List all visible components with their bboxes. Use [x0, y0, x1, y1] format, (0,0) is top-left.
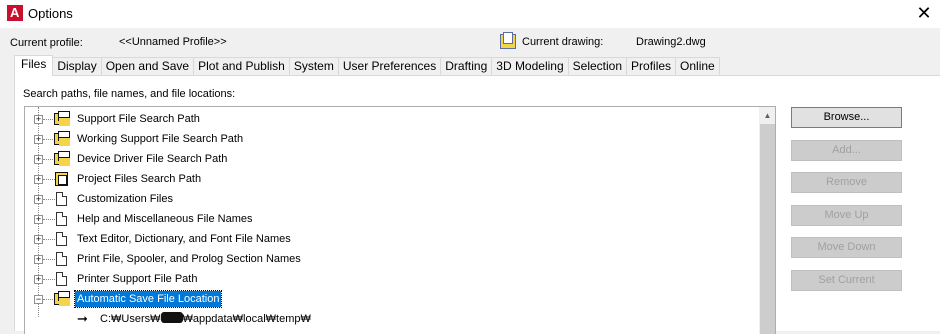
expand-icon[interactable]: + [34, 275, 43, 284]
autosave-path-value: C:₩Users₩ ₩appdata₩local₩temp₩ [100, 312, 311, 325]
remove-button[interactable]: Remove [791, 172, 902, 193]
scroll-thumb[interactable] [760, 124, 775, 334]
tree-item-label: Help and Miscellaneous File Names [77, 213, 253, 225]
current-profile-label: Current profile: [10, 37, 83, 49]
tree-item-project-files-search-path[interactable]: + Project Files Search Path [25, 169, 760, 189]
set-current-button[interactable]: Set Current [791, 270, 902, 291]
collapse-icon[interactable]: − [34, 295, 43, 304]
tab-plot-and-publish[interactable]: Plot and Publish [193, 57, 290, 76]
tree-item-help-and-misc-file-names[interactable]: + Help and Miscellaneous File Names [25, 209, 760, 229]
expand-icon[interactable]: + [34, 255, 43, 264]
expand-icon[interactable]: + [34, 235, 43, 244]
current-drawing-label: Current drawing: [522, 36, 604, 48]
tab-strip: Files Display Open and Save Plot and Pub… [14, 55, 720, 76]
tree-item-device-driver-file-search-path[interactable]: + Device Driver File Search Path [25, 149, 760, 169]
tab-selection[interactable]: Selection [567, 57, 628, 76]
folder-icon [54, 111, 70, 126]
tab-user-preferences[interactable]: User Preferences [337, 57, 442, 76]
tree-item-label: Text Editor, Dictionary, and Font File N… [77, 233, 291, 245]
arrow-icon: ➞ [77, 311, 88, 326]
tree-item-label-selected: Automatic Save File Location [73, 290, 223, 308]
redacted-username [160, 312, 183, 323]
title-bar: Options ✕ [0, 0, 940, 28]
tree-item-label: Customization Files [77, 193, 173, 205]
project-icon [55, 172, 68, 186]
file-icon [56, 192, 67, 206]
move-up-button[interactable]: Move Up [791, 205, 902, 226]
tree-item-automatic-save-file-location[interactable]: − Automatic Save File Location [25, 289, 760, 309]
tab-drafting[interactable]: Drafting [440, 57, 493, 76]
tree-item-label: Printer Support File Path [77, 273, 198, 285]
expand-icon[interactable]: + [34, 175, 43, 184]
drawing-file-icon [500, 32, 516, 49]
move-down-button[interactable]: Move Down [791, 237, 902, 258]
tab-system[interactable]: System [288, 57, 339, 76]
expand-icon[interactable]: + [34, 155, 43, 164]
tree-item-text-editor-dictionary-font-files[interactable]: + Text Editor, Dictionary, and Font File… [25, 229, 760, 249]
tree-item-customization-files[interactable]: + Customization Files [25, 189, 760, 209]
tree-item-label: Print File, Spooler, and Prolog Section … [77, 253, 301, 265]
tree-item-label: Support File Search Path [77, 113, 200, 125]
expand-icon[interactable]: + [34, 195, 43, 204]
scroll-up-arrow-icon[interactable]: ▲ [759, 107, 775, 124]
file-icon [56, 212, 67, 226]
close-icon[interactable]: ✕ [912, 2, 936, 24]
tree-item-label: Working Support File Search Path [77, 133, 244, 145]
tab-display[interactable]: Display [52, 57, 102, 76]
tree-subitem-autosave-path[interactable]: ➞ C:₩Users₩ ₩appdata₩local₩temp₩ [25, 309, 760, 329]
current-drawing-value: Drawing2.dwg [636, 36, 706, 48]
tree-vertical-scrollbar[interactable]: ▲ [759, 107, 775, 334]
add-button[interactable]: Add... [791, 140, 902, 161]
expand-icon[interactable]: + [34, 135, 43, 144]
tree-item-label: Device Driver File Search Path [77, 153, 228, 165]
expand-icon[interactable]: + [34, 115, 43, 124]
open-folder-icon [54, 291, 70, 306]
file-icon [56, 232, 67, 246]
current-profile-value: <<Unnamed Profile>> [119, 36, 227, 48]
browse-button[interactable]: Browse... [791, 107, 902, 128]
file-icon [56, 252, 67, 266]
search-paths-label: Search paths, file names, and file locat… [23, 88, 236, 100]
tab-3d-modeling[interactable]: 3D Modeling [491, 57, 569, 76]
tree-item-working-support-file-search-path[interactable]: + Working Support File Search Path [25, 129, 760, 149]
tab-open-and-save[interactable]: Open and Save [100, 57, 195, 76]
folder-icon [54, 151, 70, 166]
window-title: Options [28, 6, 73, 21]
tab-profiles[interactable]: Profiles [626, 57, 677, 76]
file-icon [56, 272, 67, 286]
tab-files[interactable]: Files [14, 55, 54, 76]
tree-item-printer-support-file-path[interactable]: + Printer Support File Path [25, 269, 760, 289]
autocad-logo-icon [7, 5, 23, 21]
tree-item-label: Project Files Search Path [77, 173, 202, 185]
tree-item-print-file-spooler-prolog[interactable]: + Print File, Spooler, and Prolog Sectio… [25, 249, 760, 269]
tab-online[interactable]: Online [675, 57, 720, 76]
folder-icon [54, 131, 70, 146]
tree-item-support-file-search-path[interactable]: + Support File Search Path [25, 109, 760, 129]
expand-icon[interactable]: + [34, 215, 43, 224]
file-locations-tree[interactable]: + Support File Search Path + Working Sup… [24, 106, 776, 334]
